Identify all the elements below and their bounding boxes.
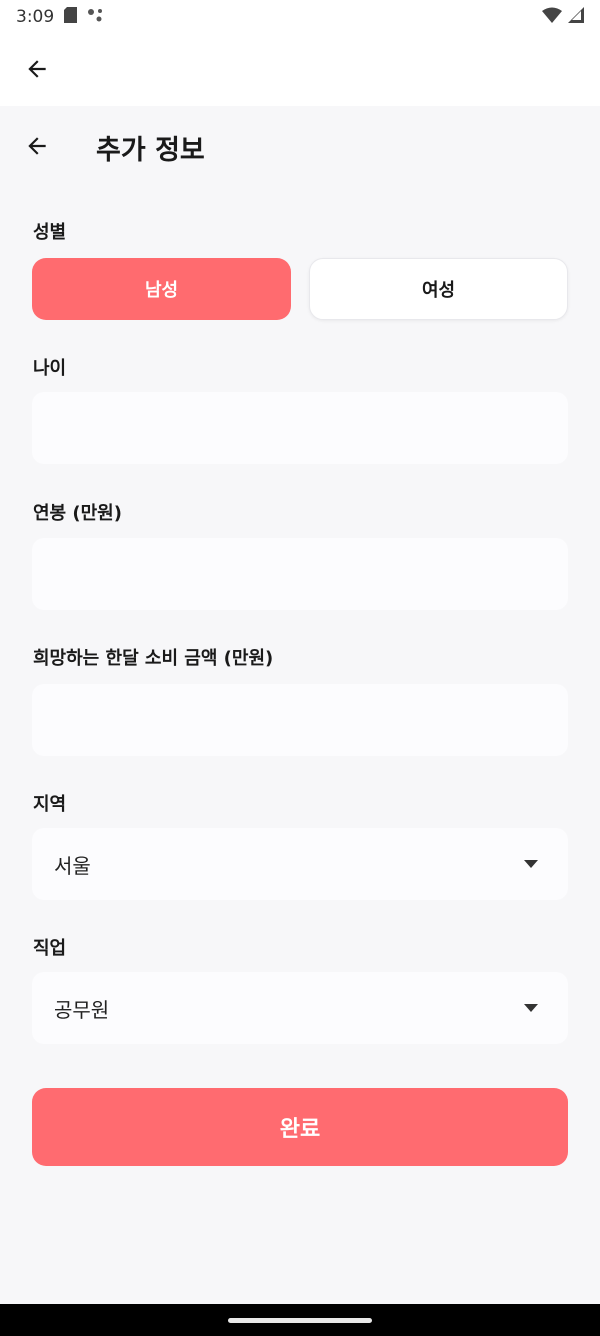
job-label: 직업 bbox=[33, 938, 67, 959]
salary-label: 연봉 (만원) bbox=[33, 503, 122, 524]
gender-female-button[interactable]: 여성 bbox=[309, 258, 568, 320]
home-indicator[interactable] bbox=[228, 1318, 372, 1323]
age-label: 나이 bbox=[33, 358, 67, 379]
system-nav-bar bbox=[0, 1304, 600, 1336]
additional-info-form: 추가 정보 성별 남성 여성 나이 연봉 (만원) 희망하는 한달 소비 금액 … bbox=[0, 106, 600, 1304]
arrow-left-icon bbox=[28, 137, 46, 155]
region-selected-value: 서울 bbox=[54, 853, 91, 878]
page-header: 추가 정보 bbox=[0, 106, 600, 186]
cell-signal-icon bbox=[568, 6, 584, 28]
assistant-dots-icon bbox=[87, 7, 105, 27]
spending-label: 희망하는 한달 소비 금액 (만원) bbox=[33, 648, 274, 669]
job-selected-value: 공무원 bbox=[54, 997, 110, 1022]
app-bar bbox=[0, 34, 600, 106]
page-title: 추가 정보 bbox=[96, 135, 205, 166]
region-select[interactable]: 서울 bbox=[32, 828, 568, 900]
dropdown-caret-icon bbox=[524, 860, 538, 868]
dropdown-caret-icon bbox=[524, 1004, 538, 1012]
status-time: 3:09 bbox=[16, 7, 55, 27]
back-button[interactable] bbox=[17, 126, 57, 166]
spending-input[interactable] bbox=[32, 684, 568, 756]
gender-male-button[interactable]: 남성 bbox=[32, 258, 291, 320]
sd-card-icon bbox=[64, 6, 78, 28]
region-label: 지역 bbox=[33, 794, 67, 815]
salary-input[interactable] bbox=[32, 538, 568, 610]
submit-button[interactable]: 완료 bbox=[32, 1088, 568, 1166]
age-input[interactable] bbox=[32, 392, 568, 464]
arrow-left-icon bbox=[28, 60, 46, 78]
app-bar-back-button[interactable] bbox=[17, 49, 57, 89]
job-select[interactable]: 공무원 bbox=[32, 972, 568, 1044]
gender-label: 성별 bbox=[33, 222, 67, 243]
status-bar: 3:09 bbox=[0, 0, 600, 34]
wifi-icon bbox=[542, 7, 562, 28]
